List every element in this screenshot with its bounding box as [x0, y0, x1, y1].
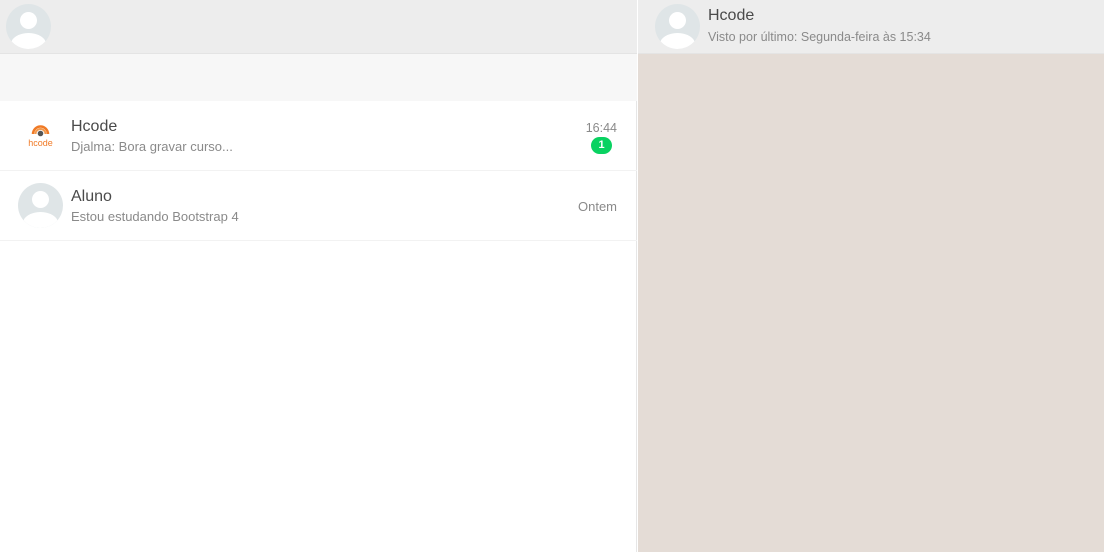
chat-preview: Djalma: Bora gravar curso...: [71, 139, 233, 154]
contact-name: Hcode: [708, 7, 755, 24]
chat-name: Hcode: [71, 118, 118, 135]
hcode-logo: hcode: [18, 113, 63, 158]
hcode-logo-icon: hcode: [28, 125, 53, 148]
conversation-header[interactable]: Hcode Visto por último: Segunda-feira às…: [638, 0, 1104, 54]
contact-last-seen: Visto por último: Segunda-feira às 15:34: [708, 30, 931, 44]
chat-preview: Estou estudando Bootstrap 4: [71, 209, 239, 224]
chat-item-hcode[interactable]: hcode Hcode Djalma: Bora gravar curso...…: [0, 101, 637, 171]
chat-list: hcode Hcode Djalma: Bora gravar curso...…: [0, 101, 637, 241]
contact-avatar[interactable]: [655, 4, 700, 49]
chat-time: 16:44: [585, 121, 617, 135]
sidebar: hcode Hcode Djalma: Bora gravar curso...…: [0, 0, 637, 552]
unread-badge: 1: [591, 137, 612, 154]
search-bar[interactable]: [0, 54, 637, 101]
sidebar-header: [0, 0, 637, 54]
avatar: [18, 183, 63, 228]
chat-item-aluno[interactable]: Aluno Estou estudando Bootstrap 4 Ontem: [0, 171, 637, 241]
chat-name: Aluno: [71, 188, 112, 205]
conversation-panel: Hcode Visto por último: Segunda-feira às…: [638, 0, 1104, 552]
chat-time: Ontem: [577, 199, 617, 214]
hcode-logo-text: hcode: [28, 138, 53, 148]
my-avatar[interactable]: [6, 4, 51, 49]
